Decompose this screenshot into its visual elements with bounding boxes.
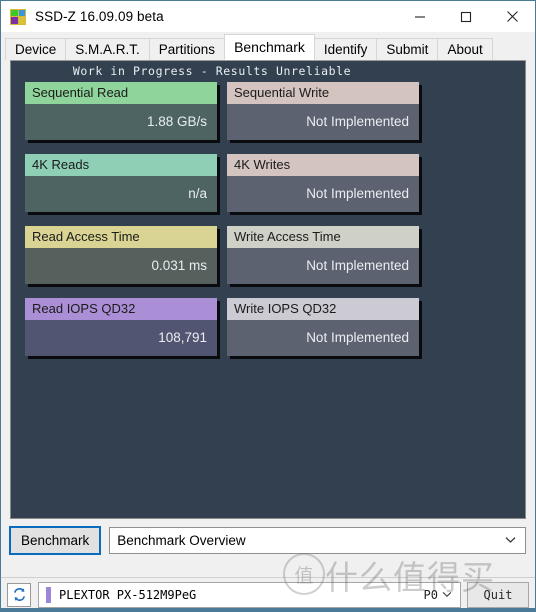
card-title: Write Access Time: [227, 226, 419, 248]
minimize-icon[interactable]: [397, 1, 443, 32]
card-title: Sequential Read: [25, 82, 217, 104]
status-accent-strip: [1, 608, 535, 611]
benchmark-row: Read Access Time 0.031 ms Write Access T…: [25, 226, 525, 284]
tab-smart[interactable]: S.M.A.R.T.: [65, 38, 150, 60]
tab-submit[interactable]: Submit: [376, 38, 439, 60]
tab-identify[interactable]: Identify: [313, 38, 378, 60]
tab-bar: Device S.M.A.R.T. Partitions Benchmark I…: [1, 32, 535, 60]
benchmark-row: Sequential Read 1.88 GB/s Sequential Wri…: [25, 82, 525, 140]
card-sequential-read[interactable]: Sequential Read 1.88 GB/s: [25, 82, 217, 140]
refresh-icon[interactable]: [7, 582, 31, 607]
card-value: 1.88 GB/s: [25, 104, 217, 140]
card-value: 108,791: [25, 320, 217, 356]
card-value: Not Implemented: [227, 320, 419, 356]
tab-about[interactable]: About: [437, 38, 493, 60]
maximize-icon[interactable]: [443, 1, 489, 32]
app-window: SSD-Z 16.09.09 beta Device S.M.A.R.T. Pa…: [0, 0, 536, 612]
tab-content-benchmark: Work in Progress - Results Unreliable Se…: [1, 60, 535, 577]
drive-selector[interactable]: PLEXTOR PX-512M9PeG P0: [38, 581, 461, 608]
chevron-down-icon: [442, 591, 452, 598]
port-select[interactable]: P0: [420, 585, 456, 605]
drive-color-swatch: [46, 586, 51, 603]
tab-partitions[interactable]: Partitions: [148, 38, 226, 60]
card-value: 0.031 ms: [25, 248, 217, 284]
card-read-iops-qd32[interactable]: Read IOPS QD32 108,791: [25, 298, 217, 356]
benchmark-overview-value: Benchmark Overview: [117, 532, 246, 548]
work-in-progress-banner: Work in Progress - Results Unreliable: [72, 64, 352, 78]
port-value: P0: [423, 587, 438, 602]
card-value: Not Implemented: [227, 176, 419, 212]
benchmark-row: Read IOPS QD32 108,791 Write IOPS QD32 N…: [25, 298, 525, 356]
card-read-access-time[interactable]: Read Access Time 0.031 ms: [25, 226, 217, 284]
card-title: 4K Writes: [227, 154, 419, 176]
run-benchmark-button[interactable]: Benchmark: [8, 525, 102, 555]
card-title: Read IOPS QD32: [25, 298, 217, 320]
benchmark-overview-select[interactable]: Benchmark Overview: [109, 526, 526, 554]
drive-name: PLEXTOR PX-512M9PeG: [59, 587, 197, 602]
window-controls: [397, 1, 535, 32]
card-title: 4K Reads: [25, 154, 217, 176]
window-title: SSD-Z 16.09.09 beta: [35, 9, 164, 24]
card-value: Not Implemented: [227, 248, 419, 284]
card-write-iops-qd32[interactable]: Write IOPS QD32 Not Implemented: [227, 298, 419, 356]
chevron-down-icon: [505, 528, 516, 553]
quit-button[interactable]: Quit: [467, 581, 529, 608]
card-4k-writes[interactable]: 4K Writes Not Implemented: [227, 154, 419, 212]
tab-benchmark[interactable]: Benchmark: [224, 34, 315, 60]
card-value: Not Implemented: [227, 104, 419, 140]
close-icon[interactable]: [489, 1, 535, 32]
benchmark-results-grid: Sequential Read 1.88 GB/s Sequential Wri…: [11, 79, 525, 356]
tab-device[interactable]: Device: [5, 38, 67, 60]
ssdz-logo-icon: [10, 8, 26, 25]
benchmark-row: 4K Reads n/a 4K Writes Not Implemented: [25, 154, 525, 212]
card-4k-reads[interactable]: 4K Reads n/a: [25, 154, 217, 212]
card-title: Write IOPS QD32: [227, 298, 419, 320]
title-bar: SSD-Z 16.09.09 beta: [1, 1, 535, 32]
card-write-access-time[interactable]: Write Access Time Not Implemented: [227, 226, 419, 284]
card-title: Read Access Time: [25, 226, 217, 248]
benchmark-panel: Work in Progress - Results Unreliable Se…: [10, 60, 526, 519]
benchmark-controls: Benchmark Benchmark Overview: [8, 519, 526, 561]
card-value: n/a: [25, 176, 217, 212]
status-bar: PLEXTOR PX-512M9PeG P0 Quit: [1, 577, 535, 611]
card-sequential-write[interactable]: Sequential Write Not Implemented: [227, 82, 419, 140]
card-title: Sequential Write: [227, 82, 419, 104]
